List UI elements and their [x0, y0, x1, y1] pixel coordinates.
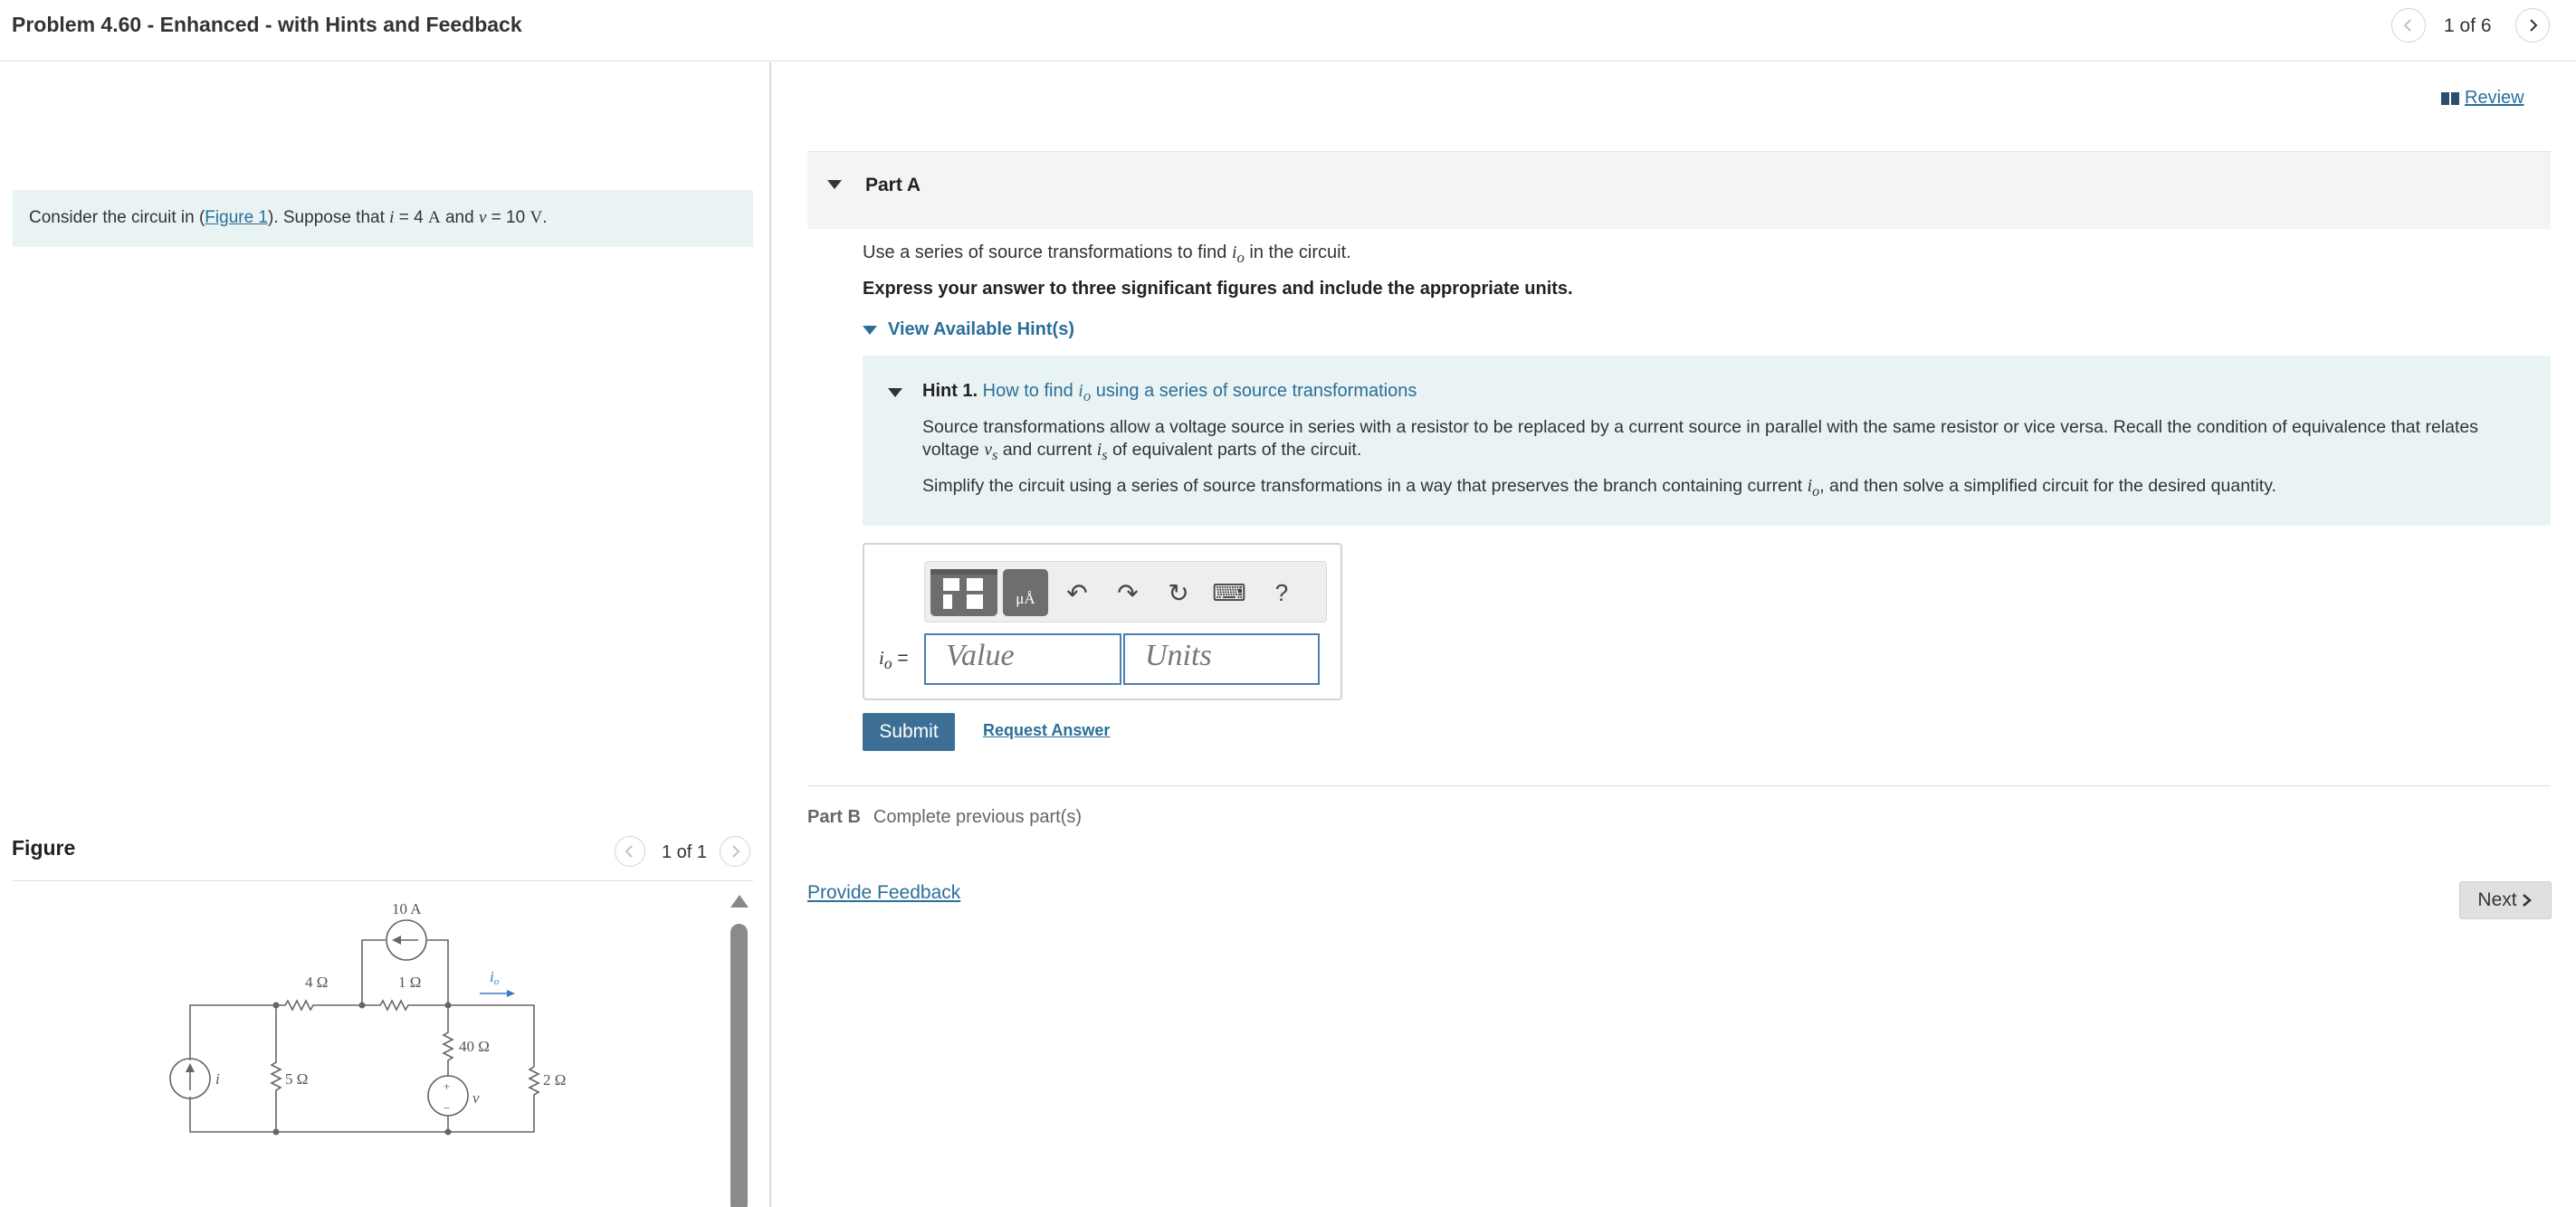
- hint-p2-a: Simplify the circuit using a series of s…: [922, 476, 1808, 496]
- label-plus: +: [444, 1079, 450, 1093]
- question-suffix: in the circuit.: [1244, 242, 1351, 262]
- chevron-right-icon: [2522, 894, 2532, 907]
- part-b-header: Part B Complete previous part(s): [807, 807, 1082, 828]
- units-input[interactable]: Units: [1123, 633, 1320, 685]
- figure-divider: [13, 880, 753, 881]
- hint-title-sub: o: [1083, 387, 1092, 404]
- keyboard-icon[interactable]: ⌨: [1212, 576, 1246, 609]
- hint-p1-b: and current: [997, 440, 1097, 460]
- label-5ohm: 5 Ω: [285, 1070, 308, 1088]
- next-label: Next: [2477, 889, 2517, 910]
- question-prefix: Use a series of source transformations t…: [863, 242, 1232, 262]
- label-2ohm: 2 Ω: [543, 1071, 566, 1088]
- answer-eq: =: [892, 648, 909, 669]
- answer-instruction: Express your answer to three significant…: [863, 279, 1573, 299]
- hint-paragraph-2: Simplify the circuit using a series of s…: [922, 476, 2533, 500]
- symbols-icon: μÅ: [1016, 590, 1035, 607]
- problem-intro: Consider the circuit in (Figure 1). Supp…: [13, 190, 753, 247]
- hint-title-prefix: How to find: [978, 381, 1079, 401]
- label-i: i: [215, 1070, 220, 1088]
- part-b-divider: [807, 785, 2551, 786]
- figure-scrollbar[interactable]: [730, 924, 748, 1207]
- intro-mid: ). Suppose that: [268, 208, 390, 227]
- problem-counter: 1 of 6: [2444, 15, 2492, 36]
- intro-eq2: = 10: [486, 208, 530, 227]
- next-figure-button[interactable]: [720, 836, 750, 867]
- reset-icon[interactable]: ↻: [1162, 576, 1195, 609]
- top-bar: Problem 4.60 - Enhanced - with Hints and…: [0, 0, 2576, 62]
- previous-problem-button[interactable]: [2391, 8, 2426, 43]
- next-problem-button[interactable]: [2515, 8, 2550, 43]
- part-b-label: Part B: [807, 807, 861, 827]
- intro-prefix: Consider the circuit in (: [29, 208, 205, 227]
- hint-collapse-triangle-icon[interactable]: [888, 388, 902, 397]
- part-a-header[interactable]: Part A: [807, 151, 2551, 229]
- value-input[interactable]: Value: [924, 633, 1121, 685]
- problem-title: Problem 4.60 - Enhanced - with Hints and…: [12, 13, 522, 36]
- hint-p2-b: , and then solve a simplified circuit fo…: [1819, 476, 2276, 496]
- hint-number: Hint 1.: [922, 381, 978, 401]
- intro-end: .: [542, 208, 548, 227]
- view-hints-toggle[interactable]: View Available Hint(s): [863, 319, 1074, 340]
- review-link[interactable]: Review: [2441, 88, 2524, 109]
- chevron-right-icon: [732, 845, 740, 858]
- label-4ohm: 4 Ω: [305, 974, 328, 991]
- help-icon[interactable]: ?: [1265, 576, 1298, 609]
- label-v: v: [472, 1089, 480, 1107]
- label-minus: −: [444, 1101, 450, 1115]
- answer-entry-box: μÅ ↶ ↷ ↻ ⌨ ? io = Value Units: [863, 543, 1342, 700]
- hint-p2-sub: o: [1812, 482, 1820, 499]
- previous-figure-button[interactable]: [615, 836, 645, 867]
- book-icon: [2441, 91, 2459, 105]
- chevron-right-icon: [2530, 19, 2538, 32]
- figure-heading: Figure: [12, 836, 76, 860]
- review-label: Review: [2465, 88, 2524, 108]
- label-10a: 10 A: [392, 900, 422, 917]
- figure-link[interactable]: Figure 1: [205, 208, 268, 227]
- answer-variable-label: io =: [879, 647, 909, 673]
- label-io-sub: o: [494, 976, 500, 987]
- request-answer-link[interactable]: Request Answer: [983, 721, 1110, 740]
- question-text: Use a series of source transformations t…: [863, 242, 1351, 267]
- label-io: io: [490, 968, 500, 987]
- answer-sub: o: [883, 654, 892, 673]
- hints-toggle-label: View Available Hint(s): [888, 319, 1074, 339]
- part-b-status: Complete previous part(s): [873, 807, 1082, 827]
- math-toolbar: μÅ ↶ ↷ ↻ ⌨ ?: [924, 561, 1327, 623]
- label-40ohm: 40 Ω: [459, 1038, 490, 1055]
- hint-p1-c: of equivalent parts of the circuit.: [1107, 440, 1362, 460]
- figure-counter: 1 of 1: [662, 842, 708, 862]
- templates-button[interactable]: [930, 569, 997, 616]
- part-a-label: Part A: [865, 175, 921, 195]
- undo-icon[interactable]: ↶: [1061, 576, 1093, 609]
- collapse-triangle-icon: [827, 180, 842, 189]
- label-1ohm: 1 Ω: [398, 974, 421, 991]
- unit-amp: A: [427, 208, 441, 227]
- hint-title[interactable]: Hint 1. How to find io using a series of…: [922, 381, 1417, 405]
- chevron-left-icon: [625, 845, 633, 858]
- symbols-button[interactable]: μÅ: [1003, 569, 1048, 616]
- circuit-diagram: 10 A 4 Ω 1 Ω io 40 Ω i 5 Ω 2 Ω v + −: [169, 900, 566, 1136]
- problem-statement-pane: Consider the circuit in (Figure 1). Supp…: [0, 62, 771, 1207]
- scroll-up-arrow[interactable]: [730, 895, 749, 908]
- hint-panel: Hint 1. How to find io using a series of…: [863, 356, 2551, 526]
- hint-vs: v: [984, 441, 992, 460]
- hint-paragraph-1: Source transformations allow a voltage s…: [922, 416, 2533, 467]
- intro-eq1: = 4: [394, 208, 428, 227]
- submit-button[interactable]: Submit: [863, 713, 955, 751]
- provide-feedback-link[interactable]: Provide Feedback: [807, 882, 960, 904]
- question-sub: o: [1236, 249, 1245, 266]
- next-button[interactable]: Next: [2459, 881, 2552, 919]
- hint-title-suffix: using a series of source transformations: [1091, 381, 1417, 401]
- expand-triangle-icon: [863, 325, 877, 335]
- templates-icon: [930, 569, 997, 609]
- chevron-left-icon: [2403, 19, 2411, 32]
- unit-volt: V: [530, 208, 543, 227]
- intro-and: and: [440, 208, 479, 227]
- redo-icon[interactable]: ↷: [1111, 576, 1144, 609]
